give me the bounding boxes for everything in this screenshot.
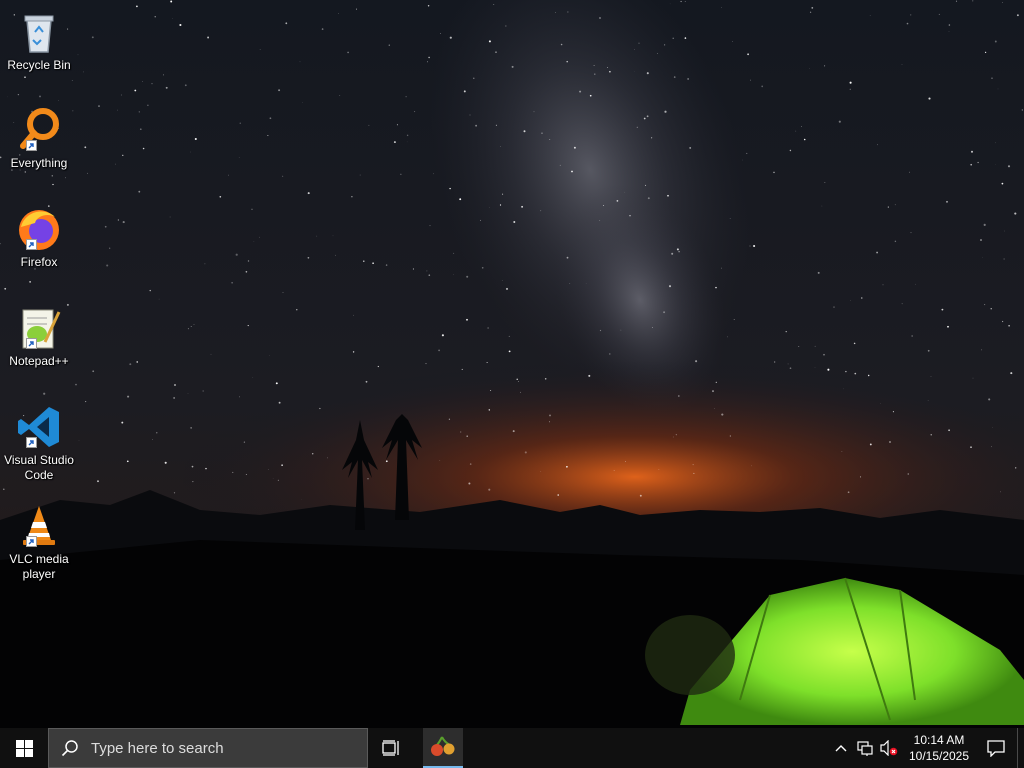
task-view-button[interactable] xyxy=(372,728,412,768)
vscode-icon xyxy=(15,403,63,451)
wallpaper xyxy=(0,0,1024,728)
clock-time: 10:14 AM xyxy=(913,733,965,747)
desktop-icon-label: Notepad++ xyxy=(9,354,69,368)
clock-date: 10/15/2025 xyxy=(908,749,970,763)
volume-muted-icon xyxy=(880,740,898,756)
shortcut-arrow-icon xyxy=(26,536,37,547)
vlc-icon xyxy=(15,502,63,550)
desktop-icon-firefox[interactable]: Firefox xyxy=(2,205,76,270)
desktop-icon-label: VLC media player xyxy=(9,552,69,581)
task-view-icon xyxy=(382,740,399,756)
shortcut-arrow-icon xyxy=(26,239,37,250)
shortcut-arrow-icon xyxy=(26,140,37,151)
desktop-icon-notepad-plus-plus[interactable]: Notepad++ xyxy=(2,304,76,369)
everything-search-icon xyxy=(15,106,63,154)
network-icon xyxy=(857,741,873,756)
desktop-icon-label: Recycle Bin xyxy=(7,58,71,72)
desktop-icon-everything[interactable]: Everything xyxy=(2,106,76,171)
desktop[interactable]: Recycle Bin Everything Firefox Notepad++… xyxy=(0,0,1024,728)
taskbar: 10:14 AM 10/15/2025 xyxy=(0,728,1024,768)
desktop-icon-label: Everything xyxy=(10,156,68,170)
windows-logo-icon xyxy=(15,739,33,757)
taskbar-app-button[interactable] xyxy=(423,728,463,768)
desktop-icon-vscode[interactable]: Visual Studio Code xyxy=(2,403,76,483)
shortcut-arrow-icon xyxy=(26,437,37,448)
action-center-button[interactable] xyxy=(975,728,1017,768)
network-button[interactable] xyxy=(853,728,877,768)
show-desktop-button[interactable] xyxy=(1017,728,1024,768)
notepad-plus-plus-icon xyxy=(15,304,63,352)
action-center-icon xyxy=(987,740,1005,757)
shortcut-arrow-icon xyxy=(26,338,37,349)
start-button[interactable] xyxy=(0,728,48,768)
cherry-app-icon xyxy=(431,736,455,756)
search-icon xyxy=(61,740,78,757)
show-hidden-icons-button[interactable] xyxy=(829,728,853,768)
volume-button[interactable] xyxy=(877,728,901,768)
desktop-icon-label: Firefox xyxy=(20,255,58,269)
recycle-bin-icon xyxy=(15,8,63,56)
taskbar-search-box[interactable] xyxy=(48,728,368,768)
desktop-icon-vlc[interactable]: VLC media player xyxy=(2,502,76,582)
clock[interactable]: 10:14 AM 10/15/2025 xyxy=(903,732,975,764)
firefox-icon xyxy=(15,205,63,253)
desktop-icon-label: Visual Studio Code xyxy=(4,453,74,482)
chevron-up-icon xyxy=(835,745,847,752)
system-tray: 10:14 AM 10/15/2025 xyxy=(829,728,1024,768)
search-input[interactable] xyxy=(89,738,353,758)
desktop-icon-recycle-bin[interactable]: Recycle Bin xyxy=(2,8,76,73)
